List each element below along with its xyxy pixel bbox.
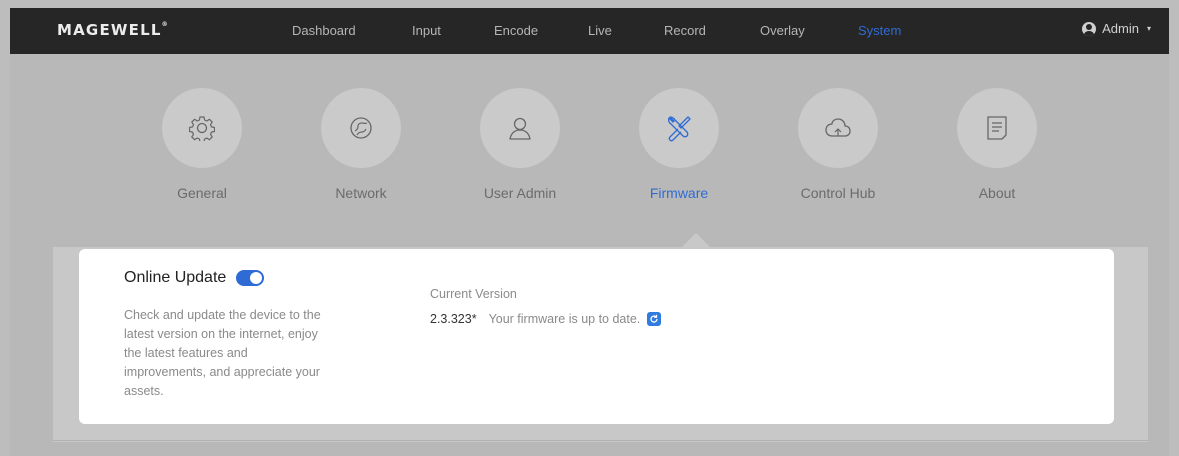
firmware-version: 2.3.323* (430, 312, 477, 326)
tab-firmware-label: Firmware (649, 185, 709, 201)
refresh-icon (650, 314, 658, 323)
tab-general[interactable]: General (142, 88, 262, 201)
tab-general-label: General (177, 185, 227, 201)
user-icon (1082, 21, 1097, 36)
system-tabs: General Network User Admin Firmware Cont… (10, 54, 1169, 249)
nav-input[interactable]: Input (412, 23, 441, 38)
nav-overlay[interactable]: Overlay (760, 23, 805, 38)
online-update-header: Online Update (124, 269, 265, 287)
chevron-down-icon: ▾ (1146, 24, 1151, 33)
tab-control-hub[interactable]: Control Hub (778, 88, 898, 201)
nav-system[interactable]: System (858, 23, 901, 38)
tab-about[interactable]: About (937, 88, 1057, 201)
document-icon (987, 116, 1007, 140)
tab-firmware[interactable]: Firmware (619, 88, 739, 201)
cloud-icon (825, 118, 851, 137)
active-tab-pointer (682, 233, 710, 247)
nav-record[interactable]: Record (664, 23, 706, 38)
brand-logo[interactable]: MAGEWELL® (57, 21, 168, 39)
tab-general-circle (162, 88, 242, 168)
user-admin-icon (509, 117, 531, 140)
tab-user-admin-circle (480, 88, 560, 168)
online-update-toggle[interactable] (236, 270, 265, 286)
online-update-title: Online Update (124, 269, 227, 286)
tab-user-admin[interactable]: User Admin (460, 88, 580, 201)
user-menu[interactable]: Admin ▾ (1082, 21, 1151, 36)
main-content: General Network User Admin Firmware Cont… (10, 54, 1169, 456)
tab-network-label: Network (335, 185, 387, 201)
check-update-button[interactable] (647, 312, 662, 326)
tab-user-admin-label: User Admin (483, 185, 557, 201)
tab-about-label: About (978, 185, 1016, 201)
firmware-status: Your firmware is up to date. (488, 312, 641, 326)
user-name: Admin (1102, 21, 1139, 36)
tab-network-circle (321, 88, 401, 168)
online-update-card: Online Update Check and update the devic… (79, 249, 1114, 424)
nav-live[interactable]: Live (588, 23, 612, 38)
tab-firmware-circle (639, 88, 719, 168)
tab-control-hub-circle (798, 88, 878, 168)
tab-network[interactable]: Network (301, 88, 421, 201)
nav-encode[interactable]: Encode (494, 23, 538, 38)
version-row: 2.3.323* Your firmware is up to date. (430, 312, 662, 326)
gear-icon (189, 116, 215, 141)
nav-dashboard[interactable]: Dashboard (292, 23, 356, 38)
network-icon (350, 117, 372, 139)
panel-divider (53, 440, 1148, 441)
tools-icon (667, 116, 691, 142)
current-version-label: Current Version (430, 287, 517, 301)
top-navbar: MAGEWELL® Dashboard Input Encode Live Re… (10, 8, 1169, 54)
tab-control-hub-label: Control Hub (800, 185, 876, 201)
online-update-description: Check and update the device to the lates… (124, 308, 321, 398)
tab-about-circle (957, 88, 1037, 168)
